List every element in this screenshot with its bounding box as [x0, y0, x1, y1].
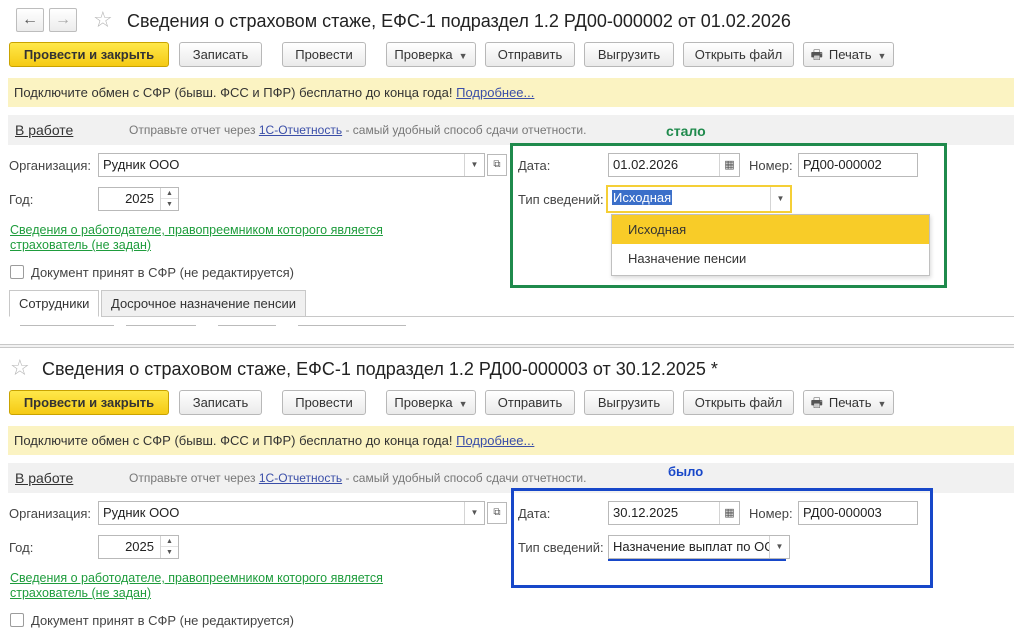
page-title: Сведения о страховом стаже, ЕФС-1 подраз… — [127, 11, 791, 31]
accepted-checkbox-label: Документ принят в СФР (не редактируется) — [31, 265, 294, 280]
banner-more-link[interactable]: Подробнее... — [456, 85, 534, 100]
favorite-star-icon[interactable]: ☆ — [10, 357, 30, 379]
annotation-after-label: стало — [666, 123, 706, 139]
printer-icon: 🖶 — [810, 395, 823, 410]
tab-employees[interactable]: Сотрудники — [9, 290, 100, 317]
check-label: Проверка — [394, 395, 453, 410]
save-button[interactable]: Записать — [179, 42, 262, 67]
year-label: Год: — [9, 540, 34, 555]
favorite-star-icon[interactable]: ☆ — [93, 9, 113, 31]
dropdown-arrow-icon[interactable]: ▼ — [464, 154, 484, 176]
open-file-button[interactable]: Открыть файл — [683, 42, 794, 67]
export-button[interactable]: Выгрузить — [584, 390, 674, 415]
chevron-down-icon: ▼ — [877, 399, 887, 409]
post-and-close-button[interactable]: Провести и закрыть — [9, 42, 169, 67]
status-hint: Отправьте отчет через 1С-Отчетность - са… — [129, 471, 586, 485]
page-title: Сведения о страховом стаже, ЕФС-1 подраз… — [42, 359, 718, 379]
dropdown-arrow-icon[interactable]: ▼ — [464, 502, 484, 524]
send-button[interactable]: Отправить — [485, 42, 575, 67]
status-hint-tail: - самый удобный способ сдачи отчетности. — [345, 123, 587, 137]
open-external-icon[interactable]: ⧉ — [487, 154, 507, 176]
accepted-checkbox[interactable] — [10, 265, 24, 279]
organization-label: Организация: — [9, 506, 92, 521]
spin-down-icon[interactable]: ▼ — [161, 199, 178, 210]
annotation-before-label: было — [668, 464, 704, 479]
send-button[interactable]: Отправить — [485, 390, 575, 415]
chevron-down-icon: ▼ — [458, 51, 468, 61]
chevron-down-icon: ▼ — [877, 51, 887, 61]
column-header-line — [126, 325, 196, 326]
reporting-service-link[interactable]: 1С-Отчетность — [259, 471, 342, 485]
year-value: 2025 — [125, 539, 154, 554]
info-banner: Подключите обмен с СФР (бывш. ФСС и ПФР)… — [8, 426, 1014, 455]
status-hint-text: Отправьте отчет через — [129, 471, 256, 485]
info-banner: Подключите обмен с СФР (бывш. ФСС и ПФР)… — [8, 78, 1014, 107]
organization-field[interactable]: Рудник ООО ▼ — [98, 153, 485, 177]
tab-baseline — [306, 316, 1014, 317]
arrow-left-icon: ← — [22, 11, 38, 28]
employer-successor-link[interactable]: Сведения о работодателе, правопреемником… — [10, 571, 410, 601]
back-button[interactable]: ← — [16, 8, 44, 32]
status-link[interactable]: В работе — [15, 470, 73, 486]
column-header-line — [20, 325, 114, 326]
post-button[interactable]: Провести — [282, 42, 366, 67]
post-and-close-button[interactable]: Провести и закрыть — [9, 390, 169, 415]
spin-up-icon[interactable]: ▲ — [161, 536, 178, 547]
organization-value: Рудник ООО — [103, 157, 180, 172]
status-hint: Отправьте отчет через 1С-Отчетность - са… — [129, 123, 586, 137]
banner-more-link[interactable]: Подробнее... — [456, 433, 534, 448]
organization-field[interactable]: Рудник ООО ▼ — [98, 501, 485, 525]
year-stepper[interactable]: ▲ ▼ — [160, 536, 178, 558]
printer-icon: 🖶 — [810, 47, 823, 62]
export-button[interactable]: Выгрузить — [584, 42, 674, 67]
spin-down-icon[interactable]: ▼ — [161, 547, 178, 558]
year-label: Год: — [9, 192, 34, 207]
open-external-icon[interactable]: ⧉ — [487, 502, 507, 524]
save-button[interactable]: Записать — [179, 390, 262, 415]
reporting-service-link[interactable]: 1С-Отчетность — [259, 123, 342, 137]
post-button[interactable]: Провести — [282, 390, 366, 415]
print-label: Печать — [828, 395, 872, 410]
document-form-after: ← → ☆ Сведения о страховом стаже, ЕФС-1 … — [0, 0, 1014, 344]
arrow-right-icon: → — [55, 11, 71, 28]
column-header-line — [298, 325, 406, 326]
forward-button[interactable]: → — [49, 8, 77, 32]
open-file-button[interactable]: Открыть файл — [683, 390, 794, 415]
print-label: Печать — [828, 47, 872, 62]
spin-up-icon[interactable]: ▲ — [161, 188, 178, 199]
status-hint-text: Отправьте отчет через — [129, 123, 256, 137]
document-form-before: ☆ Сведения о страховом стаже, ЕФС-1 подр… — [0, 348, 1014, 633]
print-menu-button[interactable]: 🖶 Печать ▼ — [803, 42, 894, 67]
organization-value: Рудник ООО — [103, 505, 180, 520]
chevron-down-icon: ▼ — [458, 399, 468, 409]
banner-text: Подключите обмен с СФР (бывш. ФСС и ПФР)… — [14, 433, 453, 448]
accepted-checkbox[interactable] — [10, 613, 24, 627]
check-menu-button[interactable]: Проверка ▼ — [386, 42, 476, 67]
check-label: Проверка — [394, 47, 453, 62]
status-hint-tail: - самый удобный способ сдачи отчетности. — [345, 471, 587, 485]
year-value: 2025 — [125, 191, 154, 206]
status-strip: В работе Отправьте отчет через 1С-Отчетн… — [8, 115, 1014, 145]
year-field[interactable]: 2025 ▲ ▼ — [98, 535, 179, 559]
status-link[interactable]: В работе — [15, 122, 73, 138]
annotation-box-before — [511, 488, 933, 588]
check-menu-button[interactable]: Проверка ▼ — [386, 390, 476, 415]
annotation-box-after — [510, 143, 947, 288]
banner-text: Подключите обмен с СФР (бывш. ФСС и ПФР)… — [14, 85, 453, 100]
organization-label: Организация: — [9, 158, 92, 173]
employer-successor-link[interactable]: Сведения о работодателе, правопреемником… — [10, 223, 410, 253]
year-stepper[interactable]: ▲ ▼ — [160, 188, 178, 210]
column-header-line — [218, 325, 276, 326]
tab-early-pension[interactable]: Досрочное назначение пенсии — [101, 290, 306, 317]
accepted-checkbox-label: Документ принят в СФР (не редактируется) — [31, 613, 294, 628]
print-menu-button[interactable]: 🖶 Печать ▼ — [803, 390, 894, 415]
year-field[interactable]: 2025 ▲ ▼ — [98, 187, 179, 211]
